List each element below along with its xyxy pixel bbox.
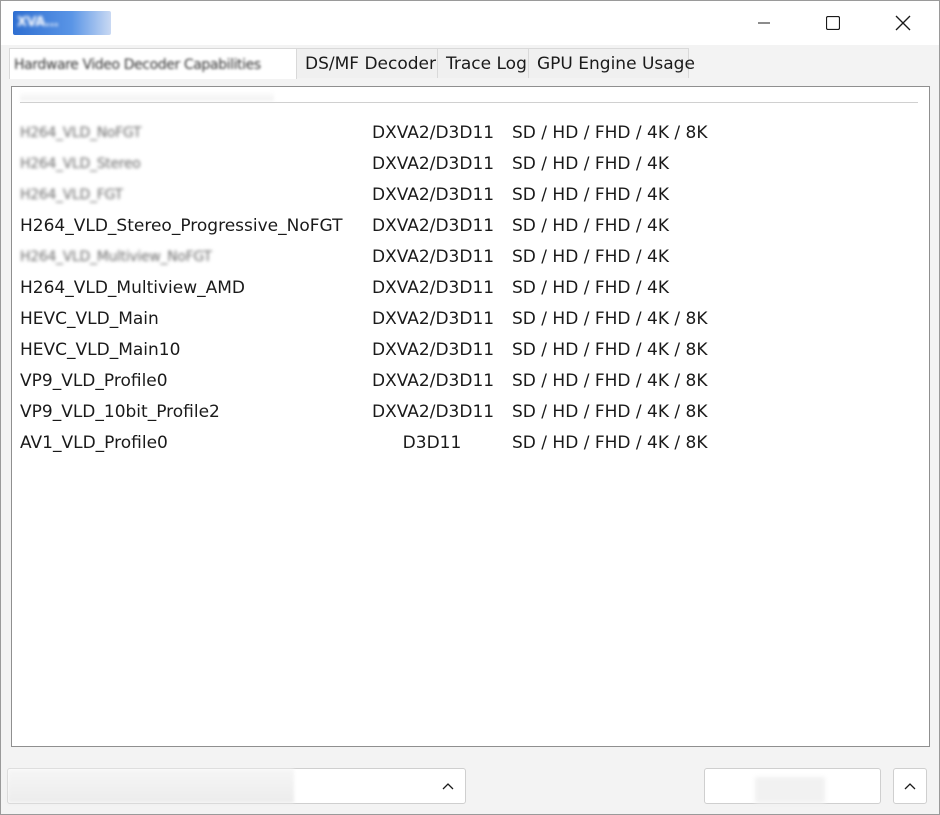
decoder-resolutions: SD / HD / FHD / 4K / 8K xyxy=(512,433,708,453)
adapter-select-value xyxy=(8,769,294,803)
tab-label: Trace Log xyxy=(446,54,527,74)
list-item[interactable]: H264_VLD_NoFGT DXVA2/D3D11 SD / HD / FHD… xyxy=(12,118,929,149)
tab-gpu-engine-usage[interactable]: GPU Engine Usage xyxy=(528,48,695,78)
decoder-name: H264_VLD_Multiview_AMD xyxy=(20,278,246,298)
adapter-select[interactable] xyxy=(7,768,466,804)
decoder-api: DXVA2/D3D11 xyxy=(372,216,495,236)
decoder-name: VP9_VLD_10bit_Profile2 xyxy=(20,402,220,422)
decoder-name: H264_VLD_FGT xyxy=(20,187,123,203)
decoder-name: H264_VLD_NoFGT xyxy=(20,125,142,141)
app-logo: XVA... xyxy=(13,11,111,35)
chevron-up-icon xyxy=(435,769,461,803)
list-item[interactable]: H264_VLD_Stereo_Progressive_NoFGT DXVA2/… xyxy=(12,211,929,242)
decoder-resolutions: SD / HD / FHD / 4K / 8K xyxy=(512,340,708,360)
close-icon xyxy=(895,15,911,31)
decoder-name: H264_VLD_Stereo_Progressive_NoFGT xyxy=(20,216,343,236)
title-bar: XVA... xyxy=(1,1,939,45)
bottom-bar xyxy=(1,759,939,814)
decoder-resolutions: SD / HD / FHD / 4K xyxy=(512,185,669,205)
decoder-resolutions: SD / HD / FHD / 4K / 8K xyxy=(512,123,708,143)
app-window: XVA... Hardware Video Decoder Capabiliti… xyxy=(0,0,940,815)
decoder-api: DXVA2/D3D11 xyxy=(372,340,495,360)
decoder-api: DXVA2/D3D11 xyxy=(372,154,495,174)
action-button[interactable] xyxy=(704,768,881,804)
decoder-name: HEVC_VLD_Main xyxy=(20,309,159,329)
action-button-label xyxy=(755,777,825,803)
tab-label: Hardware Video Decoder Capabilities xyxy=(14,57,261,73)
tab-label: GPU Engine Usage xyxy=(537,54,695,74)
tab-label: DS/MF Decoder xyxy=(305,54,436,74)
decoder-api: DXVA2/D3D11 xyxy=(372,185,495,205)
maximize-button[interactable] xyxy=(797,1,869,45)
decoder-api: DXVA2/D3D11 xyxy=(372,123,495,143)
header-divider xyxy=(20,102,918,103)
chevron-up-icon xyxy=(904,783,916,790)
list-item[interactable]: H264_VLD_Multiview_NoFGT DXVA2/D3D11 SD … xyxy=(12,242,929,273)
list-item[interactable]: H264_VLD_Multiview_AMD DXVA2/D3D11 SD / … xyxy=(12,273,929,304)
list-item[interactable]: HEVC_VLD_Main10 DXVA2/D3D11 SD / HD / FH… xyxy=(12,335,929,366)
decoder-resolutions: SD / HD / FHD / 4K xyxy=(512,216,669,236)
decoder-list-panel[interactable]: H264_VLD_NoFGT DXVA2/D3D11 SD / HD / FHD… xyxy=(11,86,930,747)
decoder-resolutions: SD / HD / FHD / 4K xyxy=(512,247,669,267)
close-button[interactable] xyxy=(867,1,939,45)
list-header xyxy=(20,91,274,101)
decoder-api: D3D11 xyxy=(402,433,462,453)
decoder-name: H264_VLD_Multiview_NoFGT xyxy=(20,249,212,265)
decoder-name: H264_VLD_Stereo xyxy=(20,156,141,172)
decoder-resolutions: SD / HD / FHD / 4K / 8K xyxy=(512,371,708,391)
minimize-icon xyxy=(758,22,770,24)
decoder-resolutions: SD / HD / FHD / 4K / 8K xyxy=(512,309,708,329)
decoder-name: HEVC_VLD_Main10 xyxy=(20,340,181,360)
tab-ds-mf-decoder[interactable]: DS/MF Decoder xyxy=(296,48,438,78)
decoder-resolutions: SD / HD / FHD / 4K xyxy=(512,154,669,174)
list-item[interactable]: H264_VLD_Stereo DXVA2/D3D11 SD / HD / FH… xyxy=(12,149,929,180)
decoder-api: DXVA2/D3D11 xyxy=(372,371,495,391)
decoder-api: DXVA2/D3D11 xyxy=(372,309,495,329)
list-item[interactable]: VP9_VLD_10bit_Profile2 DXVA2/D3D11 SD / … xyxy=(12,397,929,428)
list-item[interactable]: VP9_VLD_Profile0 DXVA2/D3D11 SD / HD / F… xyxy=(12,366,929,397)
list-item[interactable]: AV1_VLD_Profile0 D3D11 SD / HD / FHD / 4… xyxy=(12,428,929,459)
expand-up-button[interactable] xyxy=(893,768,927,804)
decoder-list: H264_VLD_NoFGT DXVA2/D3D11 SD / HD / FHD… xyxy=(12,118,929,459)
minimize-button[interactable] xyxy=(728,1,800,45)
decoder-name: VP9_VLD_Profile0 xyxy=(20,371,168,391)
tab-trace-log[interactable]: Trace Log xyxy=(437,48,529,78)
maximize-icon xyxy=(826,16,840,30)
list-item[interactable]: HEVC_VLD_Main DXVA2/D3D11 SD / HD / FHD … xyxy=(12,304,929,335)
decoder-api: DXVA2/D3D11 xyxy=(372,278,495,298)
list-item[interactable]: H264_VLD_FGT DXVA2/D3D11 SD / HD / FHD /… xyxy=(12,180,929,211)
decoder-name: AV1_VLD_Profile0 xyxy=(20,433,168,453)
decoder-api: DXVA2/D3D11 xyxy=(372,247,495,267)
decoder-resolutions: SD / HD / FHD / 4K xyxy=(512,278,669,298)
tab-strip: Hardware Video Decoder Capabilities DS/M… xyxy=(9,48,695,79)
decoder-resolutions: SD / HD / FHD / 4K / 8K xyxy=(512,402,708,422)
window-title: XVA... xyxy=(17,15,59,30)
tab-hardware-decoder[interactable]: Hardware Video Decoder Capabilities xyxy=(9,48,297,79)
decoder-api: DXVA2/D3D11 xyxy=(372,402,495,422)
